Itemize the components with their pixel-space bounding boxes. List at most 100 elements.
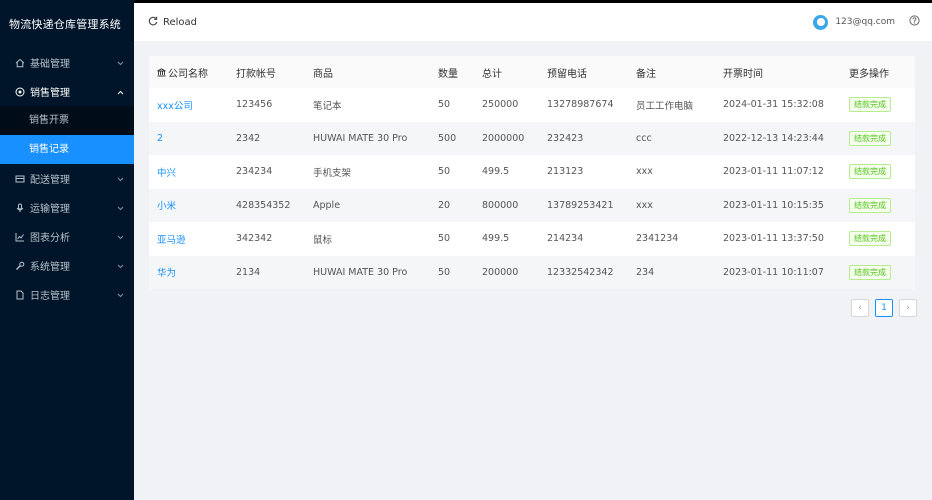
reload-icon [148, 16, 163, 29]
col-phone: 预留电话 [547, 68, 587, 80]
cell-account: 234234 [236, 166, 273, 178]
sidebar-item-basic[interactable]: 基础管理 [0, 48, 134, 77]
cell-quantity: 500 [438, 132, 457, 144]
cell-note: 234 [636, 266, 655, 278]
cell-actions: 结款完成 [841, 88, 915, 122]
home-icon [14, 58, 26, 68]
sidebar-item-label: 图表分析 [30, 233, 70, 244]
app-title: 物流快递仓库管理系统 [9, 18, 121, 31]
table-row: 中兴 234234 手机支架 50 499.5 213123 xxx 2023-… [149, 155, 915, 189]
sidebar-item-sales[interactable]: 销售管理 [0, 77, 134, 106]
col-note: 备注 [636, 68, 656, 80]
cell-actions: 结款完成 [841, 122, 915, 156]
cell-product: HUWAI MATE 30 Pro [313, 266, 408, 278]
avatar[interactable] [813, 14, 829, 30]
cell-time: 2022-12-13 14:23:44 [723, 132, 824, 144]
sidebar-item-label: 基础管理 [30, 59, 70, 70]
col-company: 公司名称 [149, 56, 228, 88]
company-link[interactable]: 2 [149, 122, 228, 156]
user-email[interactable]: 123@qq.com [835, 17, 895, 27]
status-badge[interactable]: 结款完成 [849, 197, 891, 213]
table-row: 小米 428354352 Apple 20 800000 13789253421… [149, 188, 915, 223]
col-invoice-time: 开票时间 [723, 68, 763, 80]
col-product: 商品 [313, 68, 333, 80]
company-link[interactable]: 小米 [149, 189, 228, 223]
main-content: 公司名称 打款帐号 商品 数量 总计 预留电话 备注 开票时间 更多操作 xxx… [134, 41, 932, 500]
cell-phone: 214234 [547, 233, 584, 245]
cell-phone: 13789253421 [547, 199, 614, 211]
chevron-down-icon [117, 290, 124, 301]
cell-total: 800000 [482, 199, 519, 211]
cell-actions: 结款完成 [841, 222, 915, 256]
cell-note: xxx [636, 166, 653, 178]
cell-actions: 结款完成 [841, 189, 915, 223]
cell-total: 200000 [482, 266, 519, 278]
cell-total: 250000 [482, 99, 519, 111]
cell-quantity: 20 [438, 199, 451, 211]
help-icon[interactable] [909, 15, 920, 29]
table-row: 亚马逊 342342 鼠标 50 499.5 214234 2341234 20… [149, 222, 915, 256]
cell-note: 2341234 [636, 233, 679, 245]
chevron-down-icon [117, 232, 124, 243]
file-icon [14, 290, 26, 300]
prev-page-button[interactable]: ‹ [851, 299, 869, 317]
cell-note: xxx [636, 199, 653, 211]
cell-phone: 13278987674 [547, 99, 614, 111]
status-badge[interactable]: 结款完成 [849, 130, 891, 146]
cell-actions: 结款完成 [841, 256, 915, 290]
cell-quantity: 50 [438, 166, 451, 178]
status-badge[interactable]: 结款完成 [849, 97, 891, 113]
reload-button[interactable]: Reload [148, 16, 197, 29]
sidebar-item-delivery[interactable]: 配送管理 [0, 164, 134, 193]
company-link[interactable]: 中兴 [149, 155, 228, 189]
company-link[interactable]: 华为 [149, 256, 228, 290]
sidebar-subitem-invoice[interactable]: 销售开票 [0, 106, 134, 135]
chevron-down-icon [117, 174, 124, 185]
reload-label: Reload [163, 16, 198, 28]
cell-product: 笔记本 [313, 100, 342, 112]
cell-time: 2023-01-11 10:15:35 [723, 199, 824, 211]
sidebar-item-logs[interactable]: 日志管理 [0, 280, 134, 309]
col-account: 打款帐号 [236, 68, 276, 80]
sidebar-subitem-records[interactable]: 销售记录 [0, 135, 134, 164]
cell-time: 2023-01-11 11:07:12 [723, 166, 824, 178]
sidebar-item-charts[interactable]: 图表分析 [0, 222, 134, 251]
user-area: 123@qq.com [813, 14, 932, 30]
page-number-button[interactable]: 1 [875, 299, 893, 317]
chevron-down-icon [117, 58, 124, 69]
col-quantity: 数量 [438, 68, 458, 80]
cell-account: 428354352 [236, 199, 291, 211]
cell-time: 2023-01-11 13:37:50 [723, 233, 824, 245]
col-total: 总计 [482, 68, 502, 80]
sales-submenu: 销售开票 销售记录 [0, 106, 134, 164]
status-badge[interactable]: 结款完成 [849, 164, 891, 180]
cell-phone: 12332542342 [547, 266, 614, 278]
sidebar-item-label: 运输管理 [30, 204, 70, 215]
pagination: ‹ 1 › [851, 299, 917, 317]
cell-product: HUWAI MATE 30 Pro [313, 132, 408, 144]
company-link[interactable]: 亚马逊 [149, 222, 228, 256]
cell-total: 499.5 [482, 166, 510, 178]
status-badge[interactable]: 结款完成 [849, 264, 891, 280]
next-page-button[interactable]: › [899, 299, 917, 317]
status-badge[interactable]: 结款完成 [849, 231, 891, 247]
company-link[interactable]: xxx公司 [149, 88, 228, 122]
chevron-up-icon [117, 87, 124, 98]
transport-icon [14, 203, 26, 213]
cell-quantity: 50 [438, 99, 451, 111]
cell-account: 2134 [236, 266, 261, 278]
cell-time: 2023-01-11 10:11:07 [723, 266, 824, 278]
sidebar-item-transport[interactable]: 运输管理 [0, 193, 134, 222]
cell-note: ccc [636, 132, 652, 144]
table-row: 2 2342 HUWAI MATE 30 Pro 500 2000000 232… [149, 121, 915, 156]
table-row: xxx公司 123456 笔记本 50 250000 13278987674 员… [149, 88, 915, 122]
sidebar-item-system[interactable]: 系统管理 [0, 251, 134, 280]
chart-icon [14, 232, 26, 242]
cell-total: 499.5 [482, 233, 510, 245]
sidebar-item-label: 配送管理 [30, 175, 70, 186]
cell-product: 鼠标 [313, 234, 333, 246]
cell-actions: 结款完成 [841, 155, 915, 189]
sales-records-table-card: 公司名称 打款帐号 商品 数量 总计 预留电话 备注 开票时间 更多操作 xxx… [149, 56, 915, 289]
sales-records-table: 公司名称 打款帐号 商品 数量 总计 预留电话 备注 开票时间 更多操作 xxx… [149, 56, 915, 289]
cell-account: 2342 [236, 132, 261, 144]
